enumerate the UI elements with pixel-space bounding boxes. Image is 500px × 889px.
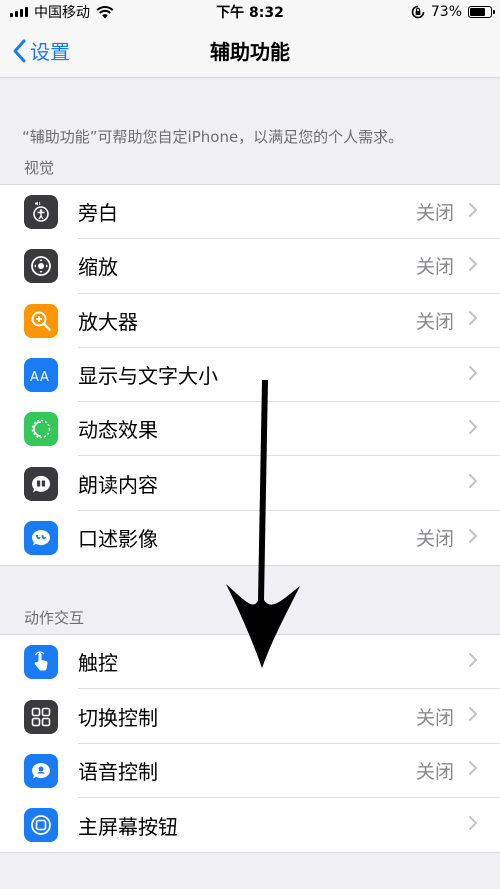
navigation-bar: 设置 辅助功能 (0, 24, 500, 78)
row-label: 动态效果 (78, 418, 158, 443)
row-body: 显示与文字大小 (78, 348, 500, 403)
row-label: 语音控制 (78, 759, 158, 784)
row-body: 动态效果 (78, 402, 500, 457)
touch-icon (24, 645, 58, 680)
row-body: 主屏幕按钮 (78, 798, 500, 852)
chevron-right-icon (468, 706, 478, 726)
row-body: 触控 (78, 635, 500, 690)
row-label: 切换控制 (78, 705, 158, 730)
row-label: 口述影像 (78, 527, 158, 552)
chevron-right-icon (468, 528, 478, 548)
settings-row[interactable]: 缩放 关闭 (0, 239, 500, 294)
settings-row[interactable]: 触控 (0, 635, 500, 690)
back-label: 设置 (30, 40, 70, 64)
settings-group: 触控 切换控制 关闭 语音控制 关闭 主屏幕按钮 (0, 634, 500, 854)
page-title: 辅助功能 (210, 40, 290, 64)
battery-fill (470, 8, 485, 16)
row-label: 放大器 (78, 309, 138, 334)
motion-icon (24, 412, 58, 447)
settings-row[interactable]: 切换控制 关闭 (0, 689, 500, 744)
chevron-left-icon (13, 39, 26, 62)
row-label: 触控 (78, 651, 118, 676)
status-right: 73% (411, 4, 495, 20)
wifi-icon (96, 5, 114, 18)
carrier-name: 中国移动 (34, 5, 90, 21)
row-label: 朗读内容 (78, 472, 158, 497)
back-button[interactable]: 设置 (0, 36, 70, 65)
row-label: 主屏幕按钮 (78, 814, 178, 839)
battery-percent: 73% (430, 4, 462, 20)
voiceover-icon (24, 195, 58, 230)
settings-row[interactable]: 主屏幕按钮 (0, 798, 500, 852)
signal-icon (10, 7, 28, 17)
row-label: 旁白 (78, 201, 118, 226)
rotation-lock-icon (411, 5, 425, 19)
home-button-icon (24, 808, 58, 843)
chevron-right-icon (468, 310, 478, 330)
section-header: 动作交互 (24, 609, 85, 628)
magnifier-icon (24, 303, 58, 338)
battery-icon (468, 6, 495, 18)
settings-row[interactable]: 口述影像 关闭 (0, 511, 500, 565)
row-value: 关闭 (415, 202, 454, 225)
row-value: 关闭 (415, 760, 454, 783)
text-size-icon: AA (24, 358, 58, 393)
audio-description-icon (24, 520, 58, 555)
spoken-content-icon (24, 466, 58, 501)
status-left: 中国移动 (10, 2, 114, 22)
chevron-right-icon (468, 419, 478, 439)
row-value: 关闭 (415, 256, 454, 279)
row-value: 关闭 (415, 310, 454, 333)
row-body: 缩放 关闭 (78, 239, 500, 294)
row-body: 口述影像 关闭 (78, 511, 500, 565)
row-body: 语音控制 关闭 (78, 744, 500, 798)
settings-row[interactable]: 放大器 关闭 (0, 294, 500, 348)
row-body: 切换控制 关闭 (78, 689, 500, 744)
chevron-right-icon (468, 815, 478, 835)
row-label: 缩放 (78, 255, 118, 280)
settings-row[interactable]: 语音控制 关闭 (0, 744, 500, 798)
row-label: 显示与文字大小 (78, 364, 218, 389)
row-value: 关闭 (415, 706, 454, 729)
svg-text:A: A (40, 370, 49, 385)
settings-row[interactable]: 旁白 关闭 (0, 185, 500, 240)
voice-control-icon (24, 753, 58, 788)
chevron-right-icon (468, 760, 478, 780)
zoom-icon (24, 249, 58, 284)
settings-sections: 视觉 旁白 关闭 缩放 关闭 放大器 关闭 A A 显示与文字大小 动态效果 朗读内容 口述影像 关闭 动作… (0, 148, 500, 854)
section-header: 视觉 (24, 159, 55, 177)
row-value: 关闭 (415, 528, 454, 551)
switch-control-icon (24, 699, 58, 734)
description-text: “辅助功能”可帮助您自定iPhone，以满足您的个人需求。 (22, 128, 404, 146)
chevron-right-icon (468, 256, 478, 276)
settings-row[interactable]: 朗读内容 (0, 456, 500, 511)
status-bar: 中国移动 下午 8:32 73% (0, 0, 500, 24)
row-body: 旁白 关闭 (78, 185, 500, 240)
settings-group: 旁白 关闭 缩放 关闭 放大器 关闭 A A 显示与文字大小 动态效果 朗读内容 口述影像 关闭 (0, 184, 500, 567)
settings-row[interactable]: 动态效果 (0, 402, 500, 457)
chevron-right-icon (468, 202, 478, 222)
chevron-right-icon (468, 473, 478, 493)
chevron-right-icon (468, 652, 478, 672)
row-body: 朗读内容 (78, 456, 500, 511)
row-body: 放大器 关闭 (78, 294, 500, 348)
chevron-right-icon (468, 365, 478, 385)
svg-text:A: A (30, 370, 39, 385)
settings-row[interactable]: A A 显示与文字大小 (0, 348, 500, 403)
